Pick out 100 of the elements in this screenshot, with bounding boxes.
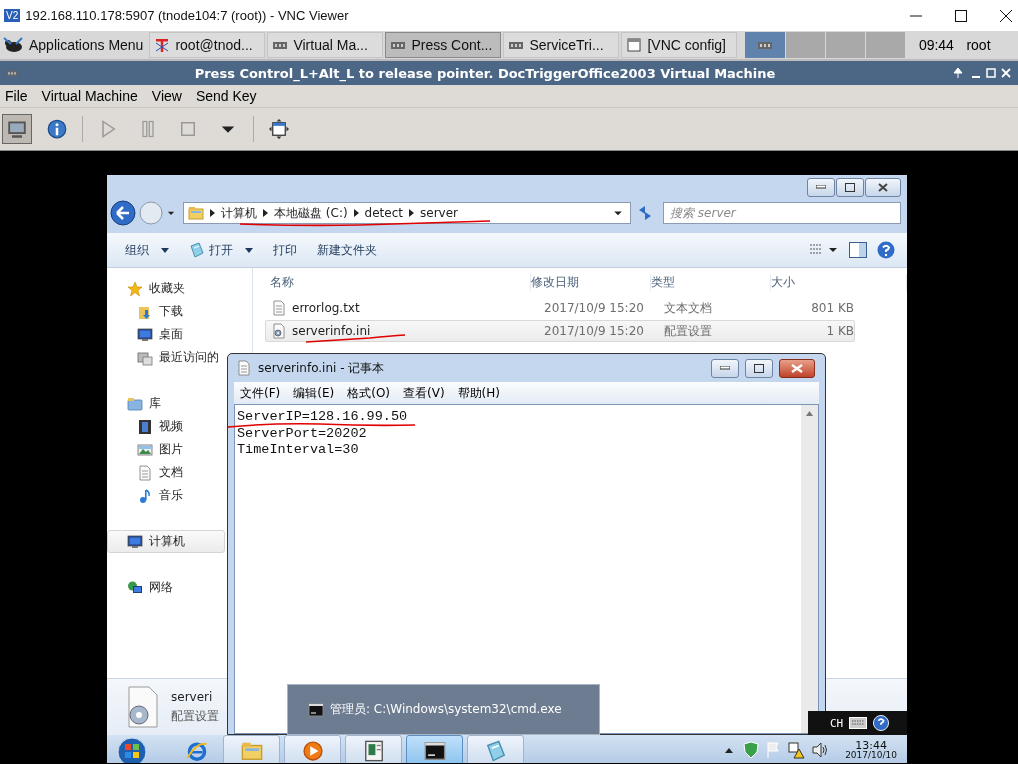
clock[interactable]: 13:44: [855, 740, 887, 751]
network-icon[interactable]: [787, 741, 806, 759]
window-title: 192.168.110.178:5907 (tnode104:7 (root)) - VNC Viewer: [25, 8, 349, 23]
language-indicator: CH: [830, 716, 844, 730]
nav-item[interactable]: 下载: [107, 300, 225, 323]
restore-icon: [845, 182, 855, 192]
close-icon[interactable]: [1000, 9, 1012, 22]
monitor-icon: [137, 326, 153, 343]
task-button[interactable]: [VNC config]: [621, 32, 738, 58]
scroll-up-icon[interactable]: [806, 411, 813, 416]
applications-menu-button[interactable]: Applications Menu: [0, 32, 148, 58]
nav-item[interactable]: 最近访问的: [107, 346, 225, 369]
config-file-icon: [271, 323, 287, 339]
chevron-right-icon[interactable]: [409, 209, 414, 217]
nav-item[interactable]: 收藏夹: [107, 277, 225, 300]
music-note-icon: [137, 487, 153, 504]
clock: 09:44: [917, 37, 955, 53]
volume-icon[interactable]: [811, 741, 830, 759]
menu-item[interactable]: File: [5, 88, 28, 104]
search-field[interactable]: 搜索 server: [663, 202, 901, 224]
library-folder-icon: [127, 395, 143, 412]
command-button[interactable]: 打开: [189, 241, 263, 259]
picture-icon: [137, 441, 153, 458]
preview-pane-icon[interactable]: [849, 242, 867, 258]
nav-item[interactable]: 计算机: [107, 530, 225, 553]
keyboard-icon[interactable]: [849, 717, 868, 729]
maximize-icon: [754, 363, 764, 373]
maximize-button[interactable]: [836, 177, 864, 197]
taskbar-preview-tooltip[interactable]: 管理员: C:\Windows\system32\cmd.exe: [287, 684, 600, 735]
file-row[interactable]: errorlog.txt 2017/10/9 15:20 文本文档 801 KB: [265, 297, 855, 319]
command-button[interactable]: 组织: [125, 241, 179, 259]
size-cell-text: 1 KB: [825, 324, 854, 338]
taskbar-button[interactable]: [406, 735, 463, 763]
scrollbar[interactable]: [801, 405, 818, 733]
menu-item[interactable]: Virtual Machine: [41, 88, 138, 104]
menu-item[interactable]: Send Key: [195, 88, 257, 104]
column-header[interactable]: 大小: [771, 273, 907, 291]
nav-item[interactable]: 文档: [107, 461, 225, 484]
breadcrumb-item[interactable]: 计算机: [221, 204, 257, 222]
date-cell-text: 2017/10/9 15:20: [544, 301, 645, 315]
start-orb-icon[interactable]: [115, 735, 149, 763]
star-icon: [127, 280, 143, 297]
minimize-button[interactable]: [711, 358, 739, 378]
maximize-icon[interactable]: [955, 9, 967, 22]
close-icon: [791, 363, 803, 373]
breadcrumb-item[interactable]: 本地磁盘 (C:): [274, 204, 348, 222]
menu-item[interactable]: View: [151, 88, 182, 104]
menu-item[interactable]: 格式(O): [347, 384, 391, 402]
media-player-icon: [301, 740, 324, 762]
task-button[interactable]: Press Cont...: [385, 32, 502, 58]
window-controls-icon[interactable]: [952, 67, 1012, 79]
console-icon: [423, 740, 446, 762]
nav-item[interactable]: 图片: [107, 438, 225, 461]
type-cell-text: 文本文档: [664, 299, 713, 317]
task-button[interactable]: ServiceTri...: [503, 32, 620, 58]
column-header[interactable]: 名称: [270, 273, 531, 291]
nav-item[interactable]: 桌面: [107, 323, 225, 346]
menu-item[interactable]: 查看(V): [403, 384, 445, 402]
nav-item[interactable]: 网络: [107, 576, 225, 599]
date[interactable]: 2017/10/10: [845, 751, 897, 760]
task-button[interactable]: Virtual Ma...: [267, 32, 384, 58]
chevron-right-icon[interactable]: [353, 209, 359, 217]
menu-item[interactable]: 文件(F): [240, 384, 281, 402]
size-cell-text: 801 KB: [810, 301, 854, 315]
nav-item[interactable]: 视频: [107, 415, 225, 438]
language-bar[interactable]: CH: [808, 711, 907, 735]
text-line: ServerIP=128.16.99.50: [237, 409, 408, 425]
column-header[interactable]: 类型: [651, 273, 771, 291]
nav-item[interactable]: 库: [107, 392, 225, 415]
show-hidden-icons-icon[interactable]: [725, 747, 734, 753]
back-icon[interactable]: [110, 200, 136, 226]
close-button[interactable]: [865, 177, 901, 197]
folder-icon: [240, 740, 263, 762]
console-icon: [308, 701, 324, 718]
file-row[interactable]: serverinfo.ini 2017/10/9 15:20 配置设置 1 KB: [265, 320, 855, 342]
column-header[interactable]: 修改日期: [531, 273, 651, 291]
terminal-icon: [154, 37, 171, 53]
menu-item[interactable]: 帮助(H): [457, 384, 500, 402]
date-cell-text: 2017/10/9 15:20: [544, 324, 645, 338]
nav-item[interactable]: 音乐: [107, 484, 225, 507]
recent-places-icon: [137, 349, 153, 366]
chevron-right-icon[interactable]: [210, 209, 215, 217]
address-bar[interactable]: 计算机 本地磁盘 (C:) detect server: [183, 202, 631, 224]
help-icon[interactable]: [873, 715, 890, 731]
maximize-button[interactable]: [745, 358, 773, 378]
command-button[interactable]: 打印: [273, 241, 307, 259]
caret-icon: [245, 247, 253, 253]
command-button[interactable]: 新建文件夹: [317, 241, 387, 259]
task-button[interactable]: root@tnod...: [149, 32, 266, 58]
menu-item[interactable]: 编辑(E): [293, 384, 335, 402]
close-button[interactable]: [779, 358, 815, 378]
text-file-icon: [271, 300, 287, 316]
breadcrumb-item[interactable]: server: [420, 206, 458, 220]
breadcrumb-item[interactable]: detect: [364, 206, 403, 220]
chevron-right-icon[interactable]: [263, 209, 268, 217]
folder-icon: [188, 205, 204, 221]
document-window-icon: [362, 740, 385, 762]
shield-icon[interactable]: [743, 741, 760, 759]
taskbar-button[interactable]: [345, 735, 402, 763]
file-name: errorlog.txt: [292, 301, 360, 315]
